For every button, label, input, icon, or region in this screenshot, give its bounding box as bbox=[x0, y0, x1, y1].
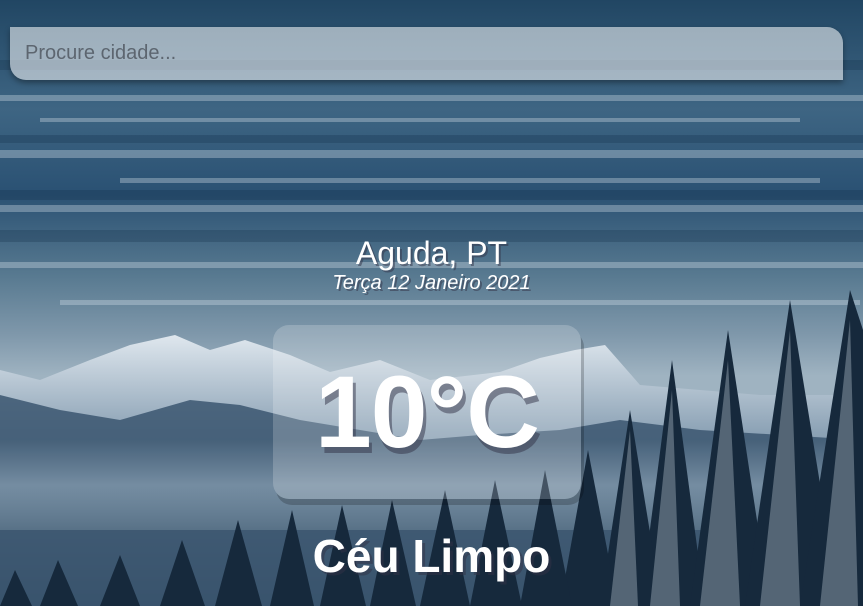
temperature-card: 10°C bbox=[273, 325, 581, 499]
location-name: Aguda, PT bbox=[355, 235, 508, 271]
temperature-value: 10°C bbox=[315, 355, 540, 469]
location-box: Aguda, PT Terça 12 Janeiro 2021 bbox=[0, 234, 863, 294]
weather-description: Céu Limpo bbox=[312, 530, 551, 582]
search-input[interactable] bbox=[10, 27, 843, 80]
date-text: Terça 12 Janeiro 2021 bbox=[332, 272, 531, 294]
search-box bbox=[10, 27, 843, 80]
background-image bbox=[0, 0, 863, 606]
